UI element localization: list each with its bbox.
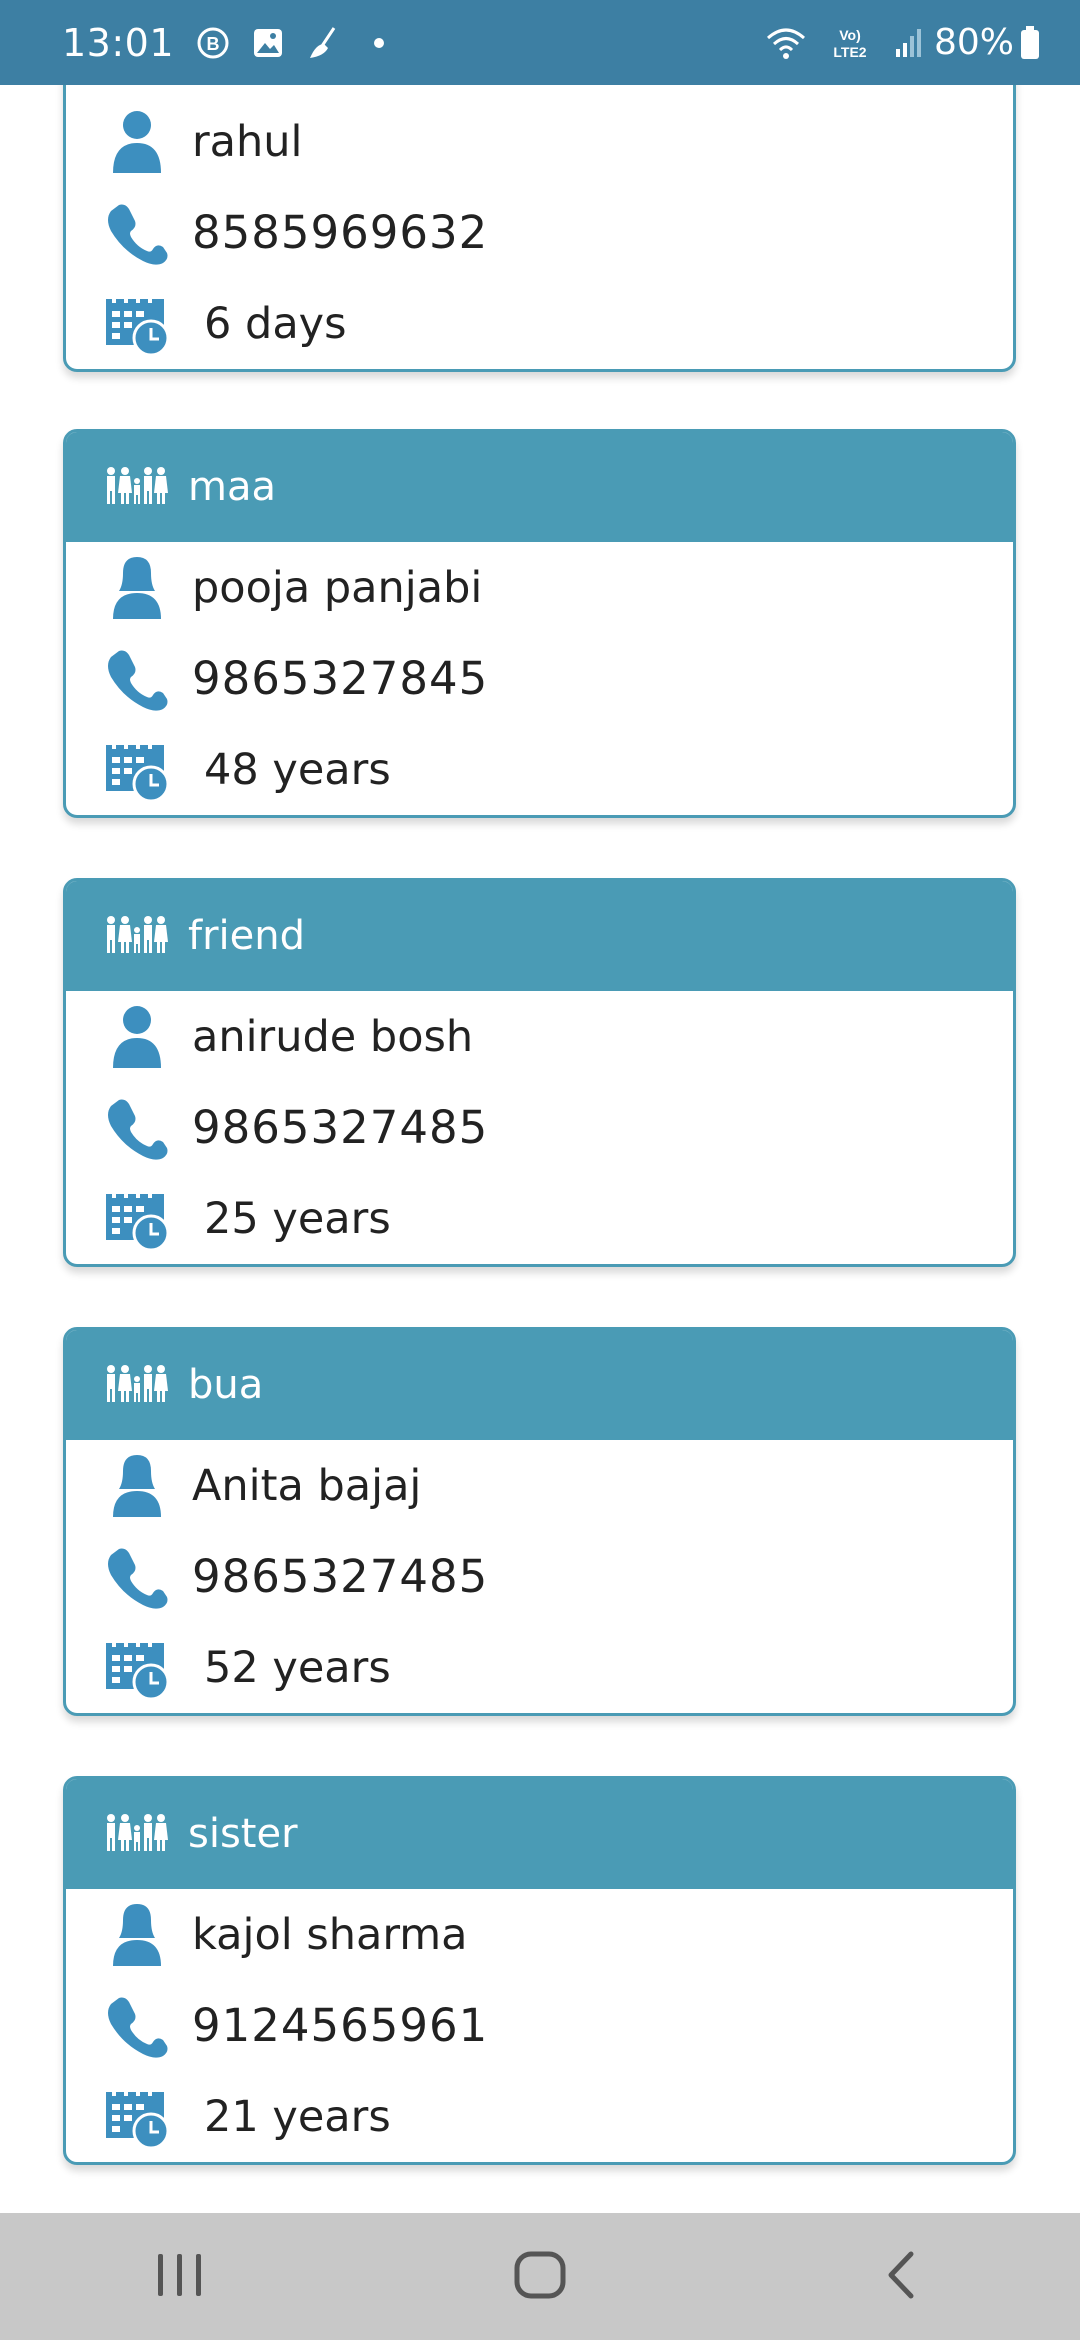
svg-text:B: B: [207, 34, 220, 54]
status-left: 13:01 B: [62, 20, 385, 65]
card-header: friend: [66, 881, 1013, 991]
relation-label: sister: [188, 1811, 298, 1857]
person-icon: [104, 109, 170, 175]
contact-duration: 52 years: [204, 1642, 391, 1693]
back-icon: [883, 2250, 917, 2304]
person-female-icon: [104, 555, 170, 621]
svg-text:LTE2: LTE2: [833, 44, 866, 60]
duration-row: 48 years: [66, 724, 1013, 815]
home-button[interactable]: [480, 2237, 600, 2317]
name-row: rahul: [66, 96, 1013, 187]
signal-icon: [894, 27, 922, 59]
duration-row: 52 years: [66, 1622, 1013, 1713]
contact-phone: 9865327485: [192, 1101, 489, 1154]
recents-button[interactable]: [120, 2237, 240, 2317]
battery-percent: 80%: [933, 22, 1014, 63]
duration-row: 21 years: [66, 2071, 1013, 2162]
contact-duration: 25 years: [204, 1193, 391, 1244]
calendar-clock-icon: [104, 2084, 170, 2150]
contact-card[interactable]: rahul 8585969632 6 days: [63, 85, 1016, 372]
status-right: Vo) LTE2 80%: [744, 22, 1040, 63]
phone-icon: [104, 646, 170, 712]
contact-phone: 8585969632: [192, 206, 489, 259]
contact-duration: 6 days: [204, 298, 347, 349]
phone-icon: [104, 200, 170, 266]
svg-text:Vo): Vo): [839, 27, 861, 43]
contact-phone: 9865327845: [192, 652, 489, 705]
b-circle-icon: B: [196, 26, 230, 60]
status-bar: 13:01 B Vo) LTE2 80%: [0, 0, 1080, 85]
broom-icon: [306, 26, 342, 60]
navigation-bar: [0, 2213, 1080, 2340]
phone-icon: [104, 1095, 170, 1161]
duration-row: 25 years: [66, 1173, 1013, 1264]
phone-row[interactable]: 9865327485: [66, 1082, 1013, 1173]
contact-name: anirude bosh: [192, 1011, 474, 1062]
contact-card[interactable]: friend anirude bosh 9865327485 25 years: [63, 878, 1016, 1267]
person-icon: [104, 1004, 170, 1070]
card-header: sister: [66, 1779, 1013, 1889]
contact-phone: 9124565961: [192, 1999, 489, 2052]
back-button[interactable]: [840, 2237, 960, 2317]
battery-icon: [1020, 25, 1040, 60]
phone-row[interactable]: 9865327485: [66, 1531, 1013, 1622]
relation-label: bua: [188, 1362, 264, 1408]
calendar-clock-icon: [104, 291, 170, 357]
duration-row: 6 days: [66, 278, 1013, 369]
contact-duration: 48 years: [204, 744, 391, 795]
family-icon: [104, 1363, 168, 1407]
home-icon: [513, 2250, 567, 2304]
relation-label: maa: [188, 464, 276, 510]
name-row: pooja panjabi: [66, 542, 1013, 633]
contact-name: pooja panjabi: [192, 562, 483, 613]
phone-row[interactable]: 8585969632: [66, 187, 1013, 278]
contact-card[interactable]: maa pooja panjabi 9865327845 48 years: [63, 429, 1016, 818]
recents-icon: [156, 2252, 204, 2302]
person-female-icon: [104, 1453, 170, 1519]
contact-name: rahul: [192, 116, 303, 167]
card-header: maa: [66, 432, 1013, 542]
calendar-clock-icon: [104, 737, 170, 803]
relation-label: friend: [188, 913, 305, 959]
image-icon: [252, 27, 284, 59]
phone-row[interactable]: 9865327845: [66, 633, 1013, 724]
phone-icon: [104, 1544, 170, 1610]
status-time: 13:01: [62, 20, 175, 65]
contacts-list[interactable]: rahul 8585969632 6 days maa pooja panjab…: [0, 85, 1080, 2213]
family-icon: [104, 914, 168, 958]
person-female-icon: [104, 1902, 170, 1968]
calendar-clock-icon: [104, 1635, 170, 1701]
contact-name: kajol sharma: [192, 1909, 468, 1960]
name-row: kajol sharma: [66, 1889, 1013, 1980]
contact-phone: 9865327485: [192, 1550, 489, 1603]
calendar-clock-icon: [104, 1186, 170, 1252]
contact-name: Anita bajaj: [192, 1460, 422, 1511]
name-row: Anita bajaj: [66, 1440, 1013, 1531]
wifi-icon: [766, 26, 806, 60]
volte-icon: Vo) LTE2: [828, 25, 872, 61]
contact-card[interactable]: sister kajol sharma 9124565961 21 years: [63, 1776, 1016, 2165]
phone-icon: [104, 1993, 170, 2059]
name-row: anirude bosh: [66, 991, 1013, 1082]
contact-card[interactable]: bua Anita bajaj 9865327485 52 years: [63, 1327, 1016, 1716]
dot-icon: [374, 37, 385, 48]
contact-duration: 21 years: [204, 2091, 391, 2142]
phone-row[interactable]: 9124565961: [66, 1980, 1013, 2071]
family-icon: [104, 465, 168, 509]
family-icon: [104, 1812, 168, 1856]
card-header: bua: [66, 1330, 1013, 1440]
